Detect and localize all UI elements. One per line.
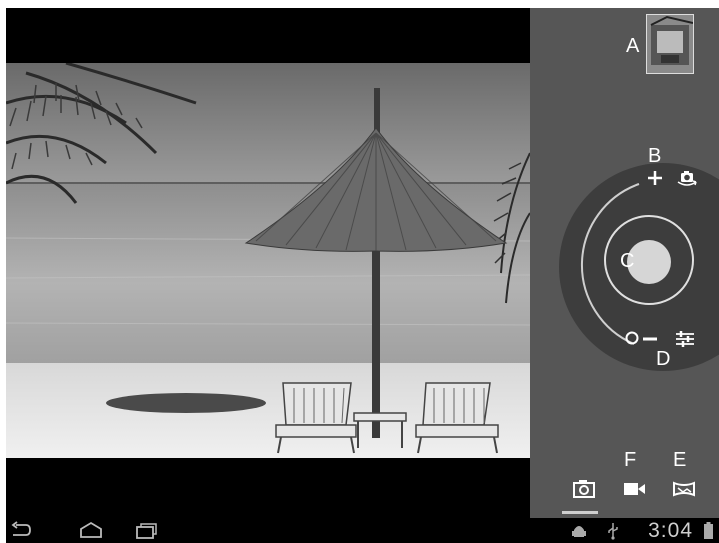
- camera-app-screen: A B C D F E 3:04: [6, 8, 719, 543]
- beach-scene-image: [6, 63, 530, 458]
- recent-apps-icon[interactable]: [134, 520, 158, 540]
- back-arrow-icon[interactable]: [10, 520, 32, 540]
- zoom-slider-handle[interactable]: [624, 330, 640, 346]
- switch-camera-icon[interactable]: [676, 168, 698, 188]
- thumbnail-image: [647, 15, 693, 73]
- settings-sliders-icon[interactable]: [674, 329, 696, 349]
- callout-label-f: F: [624, 449, 637, 471]
- panorama-icon[interactable]: [672, 478, 698, 500]
- system-navigation-bar: 3:04: [6, 518, 719, 543]
- callout-label-e: E: [673, 449, 687, 471]
- home-icon[interactable]: [78, 520, 104, 540]
- plus-icon[interactable]: [647, 170, 663, 186]
- usb-icon: [608, 523, 618, 540]
- status-time: 3:04: [648, 519, 693, 542]
- callout-label-d: D: [656, 348, 671, 370]
- callout-label-c: C: [620, 250, 635, 272]
- android-debug-icon: [572, 526, 586, 537]
- video-camera-icon[interactable]: [622, 478, 648, 500]
- last-photo-thumbnail[interactable]: [646, 14, 694, 74]
- callout-label-b: B: [648, 145, 662, 167]
- camera-icon[interactable]: [572, 478, 598, 500]
- battery-icon: [704, 522, 713, 539]
- camera-viewfinder[interactable]: [6, 63, 530, 458]
- camera-control-panel: A B C D F E: [530, 8, 719, 518]
- callout-label-a: A: [626, 35, 640, 57]
- minus-icon[interactable]: [642, 335, 658, 343]
- active-mode-indicator: [562, 511, 598, 514]
